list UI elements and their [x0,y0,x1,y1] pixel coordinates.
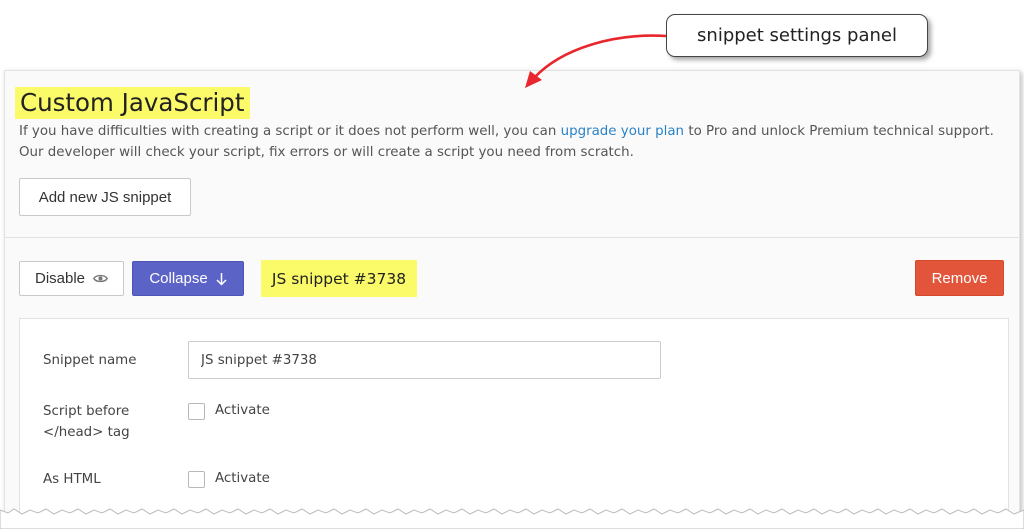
script-before-activate-label: Activate [215,403,270,418]
script-before-label-line1: Script before [43,404,130,419]
remove-button-label: Remove [931,269,988,287]
add-new-js-snippet-button[interactable]: Add new JS snippet [19,178,191,216]
script-before-checkbox[interactable] [188,403,205,420]
eye-icon [93,273,109,284]
description-before-link: If you have difficulties with creating a… [19,124,561,139]
page-title: Custom JavaScript [15,87,251,119]
snippet-title: JS snippet #3738 [261,260,417,297]
as-html-label: As HTML [43,472,101,487]
arrow-down-icon [216,272,227,286]
snippet-name-label: Snippet name [43,353,137,368]
as-html-checkbox[interactable] [188,471,205,488]
section-divider [5,237,1019,238]
callout-text: snippet settings panel [697,25,897,46]
collapse-button[interactable]: Collapse [132,261,244,296]
remove-button[interactable]: Remove [915,260,1004,296]
custom-javascript-panel: Custom JavaScript If you have difficulti… [4,70,1020,516]
as-html-activate-label: Activate [215,471,270,486]
collapse-button-label: Collapse [149,270,208,287]
add-button-label: Add new JS snippet [38,188,172,206]
description-text: If you have difficulties with creating a… [19,121,1009,163]
script-before-label-line2: </head> tag [43,425,130,440]
annotation-callout: snippet settings panel [666,14,928,57]
snippet-settings: Snippet name Script before </head> tag A… [19,318,1009,515]
script-before-label: Script before </head> tag [43,401,130,443]
disable-button[interactable]: Disable [19,261,124,296]
upgrade-plan-link[interactable]: upgrade your plan [561,124,684,139]
disable-button-label: Disable [34,270,86,287]
snippet-name-input[interactable] [188,341,661,379]
